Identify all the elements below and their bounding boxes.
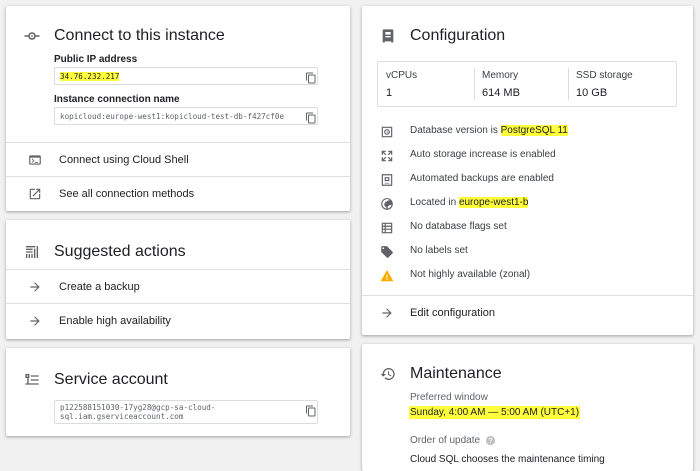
public-ip-field[interactable]: 34.76.232.217 xyxy=(54,67,318,85)
resource-stats: vCPUs 1 Memory 614 MB SSD storage 10 GB xyxy=(377,61,677,107)
service-account-card: Service account p122588151030-17yg28@gcp… xyxy=(6,348,350,436)
stat-memory: Memory 614 MB xyxy=(482,62,572,106)
location-value: europe-west1-b xyxy=(458,197,529,208)
database-version-prefix: Database version is xyxy=(410,125,501,136)
connect-title: Connect to this instance xyxy=(54,27,225,44)
preferred-window-value: Sunday, 4:00 AM — 5:00 AM (UTC+1) xyxy=(409,406,581,419)
stat-separator xyxy=(568,68,569,100)
automated-backups-text: Automated backups are enabled xyxy=(410,173,554,184)
connect-cloud-shell-label: Connect using Cloud Shell xyxy=(59,153,189,166)
create-backup-button[interactable]: Create a backup xyxy=(6,270,350,303)
stat-vcpus-value: 1 xyxy=(386,87,393,99)
stat-ssd-storage-value: 10 GB xyxy=(576,87,608,99)
see-connection-methods-button[interactable]: See all connection methods xyxy=(6,177,350,210)
stat-vcpus-label: vCPUs xyxy=(386,70,418,81)
service-account-value-line1: p122588151030-17yg28@gcp-sa-cloud- xyxy=(60,403,216,412)
copy-public-ip-icon[interactable] xyxy=(305,71,317,84)
arrow-right-icon xyxy=(26,312,44,330)
location-prefix: Located in xyxy=(410,197,459,208)
order-of-update-label: Order of update xyxy=(410,435,496,446)
configuration-icon xyxy=(379,27,397,45)
maintenance-card: Maintenance Preferred window Sunday, 4:0… xyxy=(362,344,693,471)
stat-ssd-storage-label: SSD storage xyxy=(576,70,633,81)
globe-icon xyxy=(379,196,395,212)
service-account-icon xyxy=(23,371,41,389)
connection-name-label: Instance connection name xyxy=(54,94,180,105)
stat-ssd-storage: SSD storage 10 GB xyxy=(576,62,671,106)
preferred-window-label: Preferred window xyxy=(410,392,488,403)
config-item-database-version: Database version is PostgreSQL 11 xyxy=(362,121,693,143)
see-connection-methods-label: See all connection methods xyxy=(59,187,195,200)
connection-name-field[interactable]: kopicloud:europe-west1:kopicloud-test-db… xyxy=(54,107,318,125)
copy-connection-name-icon[interactable] xyxy=(305,111,317,124)
help-icon[interactable] xyxy=(485,435,496,446)
warning-icon xyxy=(379,268,395,284)
public-ip-label: Public IP address xyxy=(54,54,138,65)
connect-cloud-shell-button[interactable]: Connect using Cloud Shell xyxy=(6,143,350,176)
database-version-value: PostgreSQL 11 xyxy=(500,125,568,136)
edit-configuration-label: Edit configuration xyxy=(410,306,495,319)
labels-text: No labels set xyxy=(410,245,468,256)
label-icon xyxy=(379,244,395,260)
availability-text: Not highly available (zonal) xyxy=(410,269,531,280)
connect-icon xyxy=(23,27,41,45)
terminal-icon xyxy=(26,151,44,169)
database-version-icon xyxy=(379,124,395,140)
arrow-right-icon xyxy=(26,278,44,296)
config-item-availability: Not highly available (zonal) xyxy=(362,265,693,287)
enable-high-availability-button[interactable]: Enable high availability xyxy=(6,304,350,337)
config-item-auto-storage: Auto storage increase is enabled xyxy=(362,145,693,167)
suggested-actions-card: Suggested actions Create a backup Enable… xyxy=(6,220,350,339)
stat-memory-label: Memory xyxy=(482,70,519,81)
public-ip-value: 34.76.232.217 xyxy=(60,71,120,81)
open-in-new-icon xyxy=(26,185,44,203)
config-item-location: Located in europe-west1-b xyxy=(362,193,693,215)
suggested-actions-title: Suggested actions xyxy=(54,243,186,260)
backup-icon xyxy=(379,172,395,188)
enable-high-availability-label: Enable high availability xyxy=(59,314,171,327)
copy-service-account-icon[interactable] xyxy=(305,404,317,417)
order-of-update-value: Cloud SQL chooses the maintenance timing xyxy=(410,454,605,465)
maintenance-title: Maintenance xyxy=(410,365,502,382)
config-item-labels: No labels set xyxy=(362,241,693,263)
auto-storage-text: Auto storage increase is enabled xyxy=(410,149,556,160)
config-item-database-flags: No database flags set xyxy=(362,217,693,239)
stat-memory-value: 614 MB xyxy=(482,87,520,99)
create-backup-label: Create a backup xyxy=(59,280,140,293)
database-flags-text: No database flags set xyxy=(410,221,507,232)
arrow-right-icon xyxy=(378,304,396,322)
service-account-value-line2: sql.iam.gserviceaccount.com xyxy=(60,412,184,421)
edit-configuration-button[interactable]: Edit configuration xyxy=(362,296,693,329)
connect-card: Connect to this instance Public IP addre… xyxy=(6,6,350,211)
config-item-automated-backups: Automated backups are enabled xyxy=(362,169,693,191)
expand-icon xyxy=(379,148,395,164)
configuration-card: Configuration vCPUs 1 Memory 614 MB SSD … xyxy=(362,6,693,335)
service-account-field[interactable]: p122588151030-17yg28@gcp-sa-cloud- sql.i… xyxy=(54,400,318,424)
connection-name-value: kopicloud:europe-west1:kopicloud-test-db… xyxy=(60,111,285,121)
suggested-actions-icon xyxy=(23,243,41,261)
stat-vcpus: vCPUs 1 xyxy=(386,62,476,106)
table-icon xyxy=(379,220,395,236)
maintenance-icon xyxy=(379,365,397,383)
service-account-title: Service account xyxy=(54,371,168,388)
configuration-title: Configuration xyxy=(410,27,506,44)
stat-separator xyxy=(474,68,475,100)
